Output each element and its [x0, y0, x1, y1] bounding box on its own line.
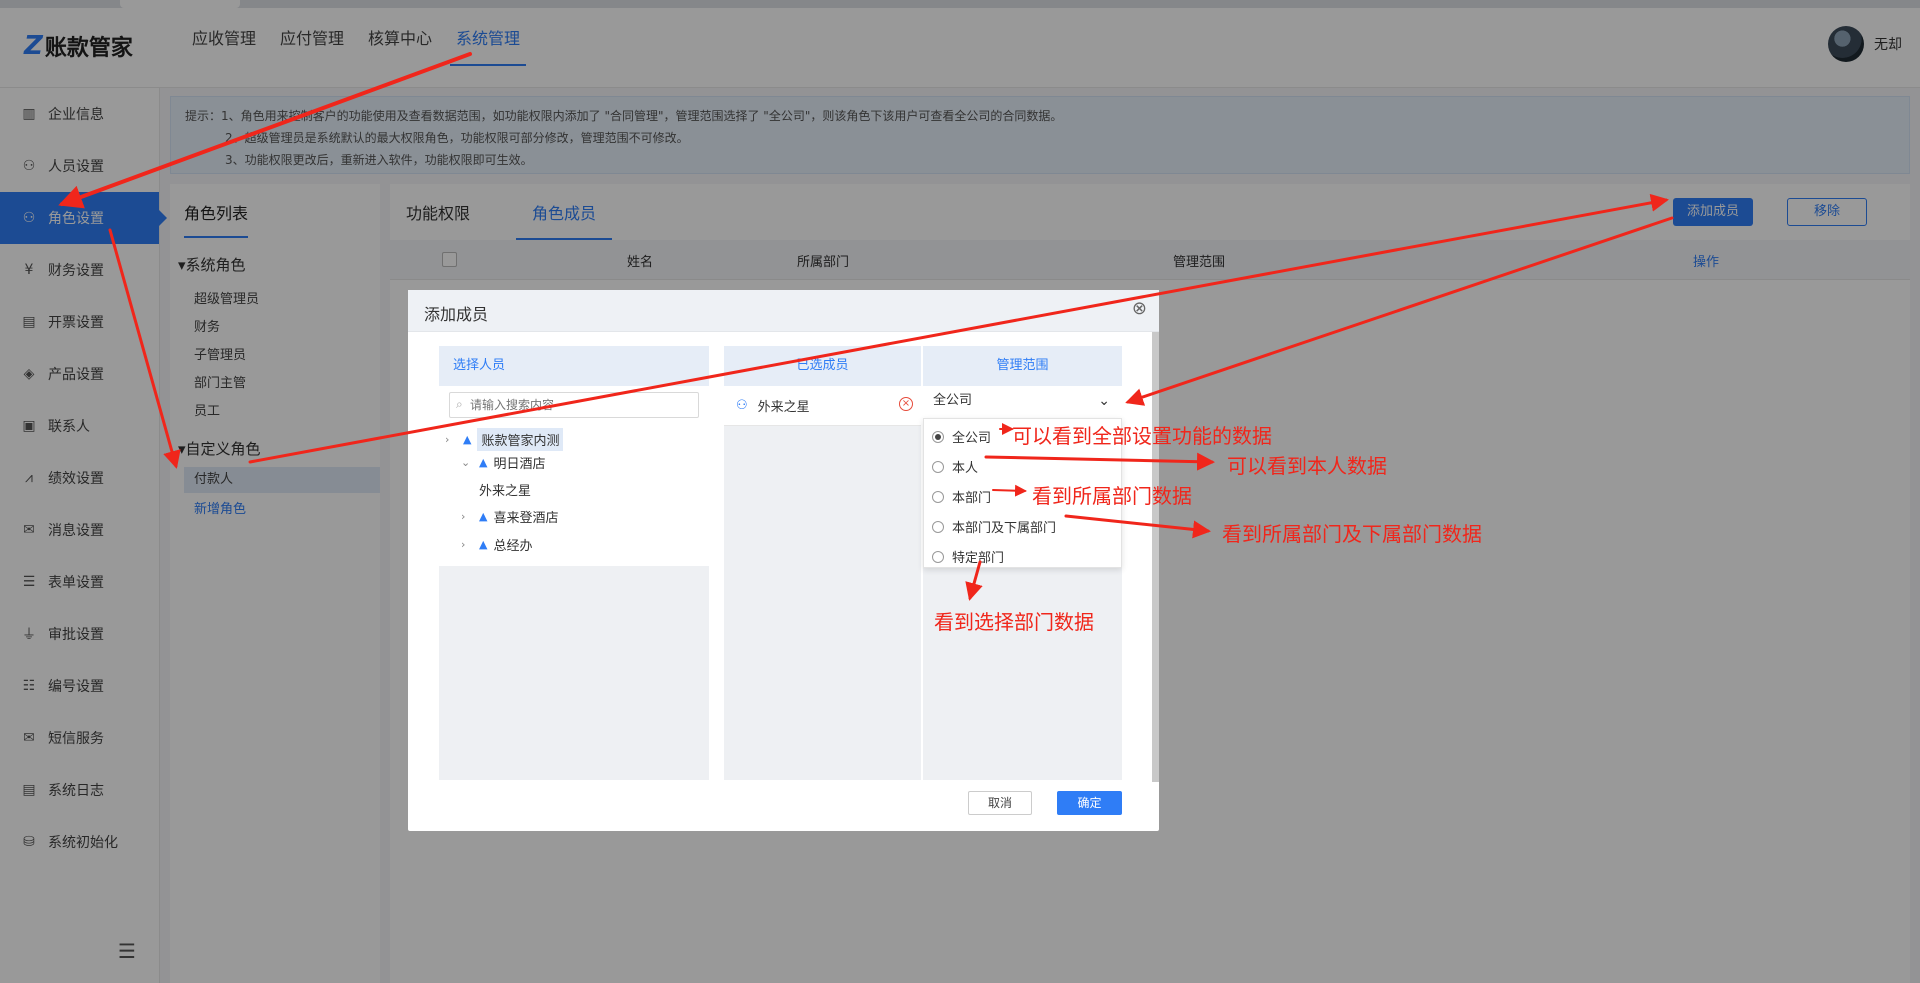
- scope-option[interactable]: 本部门: [932, 487, 991, 506]
- tree-node-label: 喜来登酒店: [493, 511, 559, 526]
- annotation-text: 看到所属部门数据: [1032, 484, 1192, 508]
- close-icon[interactable]: ⊗: [1132, 298, 1147, 319]
- selected-member[interactable]: ⚇ 外来之星 ×: [724, 386, 921, 426]
- scope-option-label: 特定部门: [952, 551, 1005, 566]
- tree-node-label: 总经办: [493, 539, 533, 554]
- search-box[interactable]: ⌕: [449, 392, 699, 418]
- select-people-column: 选择人员 ⌕ › ▲ 账款管家内测 ⌄ ▲ 明日酒店 外来之星 › ▲ 喜来登酒…: [439, 346, 709, 780]
- annotation-text: 看到选择部门数据: [934, 610, 1094, 634]
- tree-node[interactable]: › ▲ 总经办: [461, 535, 532, 554]
- chevron-right-icon[interactable]: ›: [445, 433, 463, 446]
- scope-option[interactable]: 特定部门: [932, 547, 1004, 566]
- scope-option-label: 全公司: [952, 431, 992, 446]
- tree-node[interactable]: › ▲ 喜来登酒店: [461, 507, 558, 526]
- radio[interactable]: [932, 460, 944, 473]
- modal-header: 添加成员 ⊗: [408, 290, 1159, 332]
- radio-checked[interactable]: [932, 430, 944, 443]
- annotation-text: 可以看到全部设置功能的数据: [1012, 424, 1272, 448]
- remove-icon[interactable]: ×: [899, 397, 913, 411]
- chevron-right-icon[interactable]: ›: [461, 510, 479, 523]
- modal-title: 添加成员: [424, 305, 489, 324]
- org-icon: ▲: [479, 538, 488, 551]
- annotation-text: 看到所属部门及下属部门数据: [1222, 522, 1482, 546]
- add-member-modal: 添加成员 ⊗ 选择人员 ⌕ › ▲ 账款管家内测 ⌄ ▲ 明日酒店 外来之星 ›…: [408, 290, 1159, 831]
- tree-node[interactable]: ⌄ ▲ 明日酒店: [461, 453, 545, 472]
- scope-option[interactable]: 全公司: [932, 427, 991, 446]
- tree-node-label: 账款管家内测: [477, 428, 564, 451]
- tree-node-label: 明日酒店: [493, 457, 546, 472]
- annotation-text: 可以看到本人数据: [1227, 454, 1387, 478]
- org-icon: ▲: [479, 456, 488, 469]
- search-input[interactable]: [470, 395, 690, 415]
- column-title: 管理范围: [923, 346, 1122, 386]
- cancel-button[interactable]: 取消: [968, 791, 1032, 815]
- chevron-down-icon[interactable]: ⌄: [461, 456, 479, 469]
- scope-select[interactable]: 全公司 ⌄: [923, 386, 1122, 418]
- member-name: 外来之星: [757, 400, 810, 415]
- modal-scrollbar[interactable]: [1152, 332, 1159, 782]
- radio[interactable]: [932, 550, 944, 563]
- person-icon: ⚇: [736, 398, 748, 413]
- scope-option[interactable]: 本人: [932, 457, 978, 476]
- scope-column: 管理范围 全公司 ⌄ 全公司 本人 本部门 本部门及下属部门 特定部门: [923, 346, 1122, 780]
- org-icon: ▲: [479, 510, 488, 523]
- confirm-button[interactable]: 确定: [1057, 791, 1122, 815]
- radio[interactable]: [932, 490, 944, 503]
- scope-option-label: 本部门: [952, 491, 992, 506]
- chevron-right-icon[interactable]: ›: [461, 538, 479, 551]
- selected-members-column: 已选成员 ⚇ 外来之星 ×: [724, 346, 921, 780]
- scope-option[interactable]: 本部门及下属部门: [932, 517, 1056, 536]
- scope-option-label: 本部门及下属部门: [952, 521, 1057, 536]
- tree-node-label: 外来之星: [479, 484, 532, 499]
- scope-option-label: 本人: [952, 461, 979, 476]
- column-title: 已选成员: [724, 346, 921, 386]
- search-icon: ⌕: [456, 397, 463, 411]
- column-title: 选择人员: [439, 346, 709, 386]
- tree-node-person[interactable]: 外来之星: [479, 480, 531, 499]
- scope-value: 全公司: [933, 393, 973, 408]
- tree-node[interactable]: › ▲ 账款管家内测: [445, 428, 564, 451]
- org-icon: ▲: [463, 433, 472, 446]
- radio[interactable]: [932, 520, 944, 533]
- chevron-down-icon[interactable]: ⌄: [1098, 386, 1110, 416]
